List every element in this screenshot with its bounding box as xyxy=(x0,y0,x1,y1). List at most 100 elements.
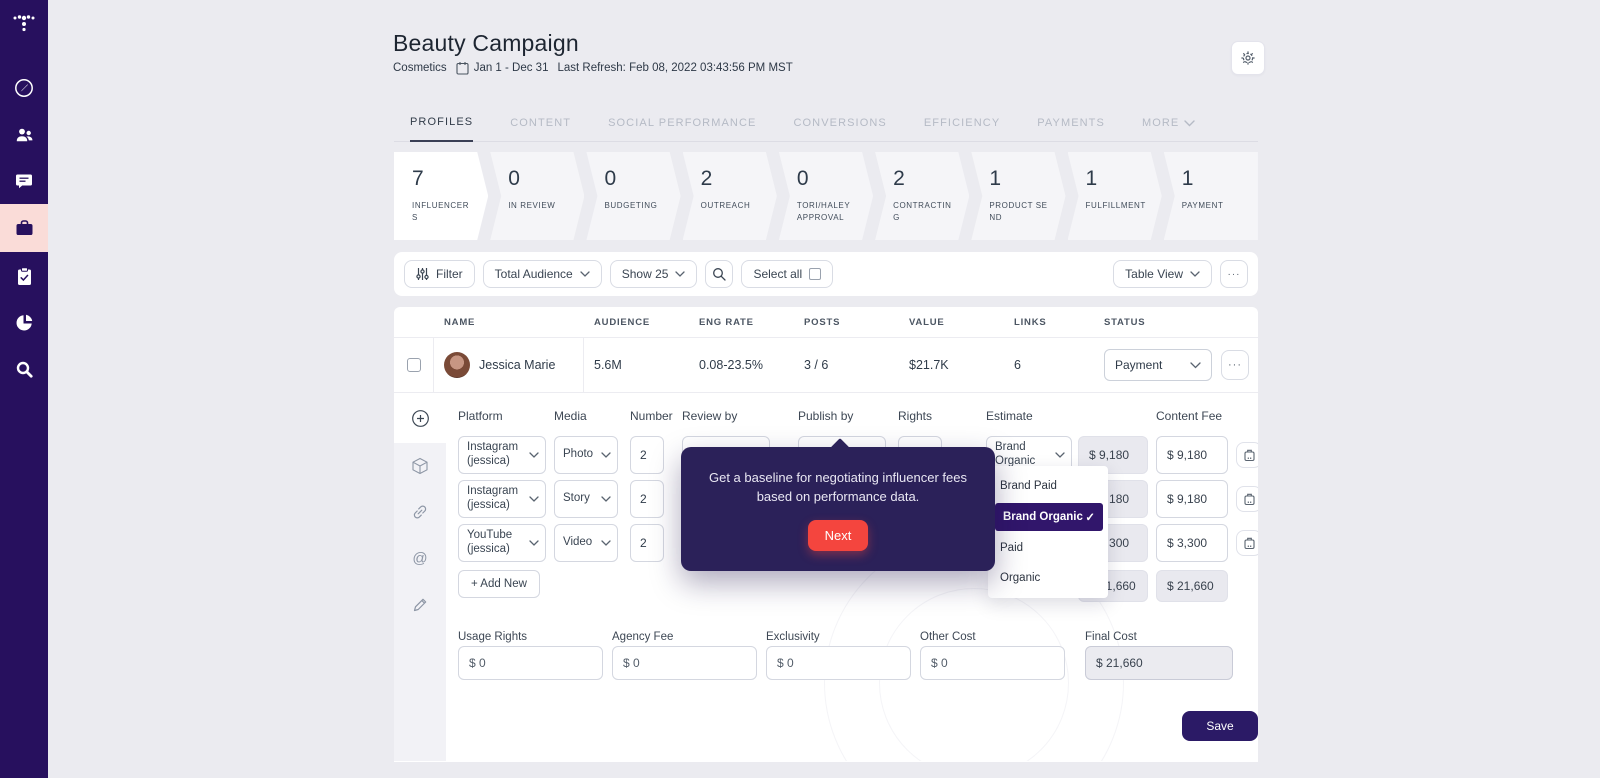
save-button[interactable]: Save xyxy=(1182,711,1258,741)
media-select[interactable]: Video xyxy=(554,524,618,562)
content-fee-total: $ 21,660 xyxy=(1156,570,1228,602)
stage-contracting[interactable]: 2 CONTRACTING xyxy=(875,152,969,240)
clipboard-check-icon[interactable] xyxy=(0,253,48,299)
other-cost-input[interactable]: $ 0 xyxy=(920,646,1065,680)
usage-rights-label: Usage Rights xyxy=(458,631,528,643)
budget-tab[interactable] xyxy=(394,393,446,443)
detail-col-rights: Rights xyxy=(898,409,933,423)
value-amount: $21.7K xyxy=(909,358,949,372)
stage-influencers[interactable]: 7 INFLUENCERS xyxy=(394,152,488,240)
users-icon[interactable] xyxy=(0,112,48,158)
tab-content[interactable]: CONTENT xyxy=(510,117,571,141)
col-audience: AUDIENCE xyxy=(594,316,651,328)
audience-dropdown[interactable]: Total Audience xyxy=(482,260,602,288)
chat-icon[interactable] xyxy=(0,158,48,204)
next-button[interactable]: Next xyxy=(807,519,869,551)
select-all-button[interactable]: Select all xyxy=(741,260,834,288)
menu-option-brand-paid[interactable]: Brand Paid xyxy=(988,471,1108,501)
menu-option-organic[interactable]: Organic xyxy=(988,563,1108,593)
stage-in-review[interactable]: 0 IN REVIEW xyxy=(490,152,584,240)
usage-rights-input[interactable]: $ 0 xyxy=(458,646,603,680)
tab-payments[interactable]: PAYMENTS xyxy=(1037,117,1105,141)
delete-row-button[interactable] xyxy=(1236,530,1258,556)
table-view-dropdown[interactable]: Table View xyxy=(1113,260,1212,288)
stage-fulfillment[interactable]: 1 FULFILLMENT xyxy=(1068,152,1162,240)
tab-social-performance[interactable]: SOCIAL PERFORMANCE xyxy=(608,117,756,141)
list-toolbar: Filter Total Audience Show 25 Select all… xyxy=(394,252,1258,296)
calendar-icon xyxy=(456,62,469,75)
status-dropdown[interactable]: Payment xyxy=(1104,349,1212,381)
search-nav-icon[interactable] xyxy=(0,346,48,392)
select-all-checkbox[interactable] xyxy=(809,268,822,280)
settings-button[interactable] xyxy=(1231,41,1265,75)
toolbar-more-button[interactable]: ··· xyxy=(1220,260,1248,288)
detail-col-review-by: Review by xyxy=(682,409,738,423)
filter-button[interactable]: Filter xyxy=(404,260,475,288)
chevron-down-icon xyxy=(529,496,539,502)
show-count-dropdown[interactable]: Show 25 xyxy=(609,260,698,288)
media-select[interactable]: Story xyxy=(554,480,618,518)
number-input[interactable]: 2 xyxy=(630,524,664,562)
trash-icon xyxy=(1243,537,1255,550)
table-row: Jessica Marie 5.6M 0.08-23.5% 3 / 6 $21.… xyxy=(394,337,1258,393)
add-new-button[interactable]: + Add New xyxy=(458,570,540,598)
delete-row-button[interactable] xyxy=(1236,442,1258,468)
chevron-down-icon xyxy=(601,452,611,458)
stage-payment[interactable]: 1 PAYMENT xyxy=(1163,152,1258,240)
menu-option-paid[interactable]: Paid xyxy=(988,533,1108,563)
content-fee-input[interactable]: $ 9,180 xyxy=(1156,480,1228,518)
row-more-button[interactable]: ··· xyxy=(1221,350,1249,380)
last-refresh: Last Refresh: Feb 08, 2022 03:43:56 PM M… xyxy=(557,62,793,74)
tab-profiles[interactable]: PROFILES xyxy=(410,116,474,142)
tab-more[interactable]: MORE xyxy=(1142,117,1196,141)
stage-approval[interactable]: 0 TORI/HALEY APPROVAL xyxy=(779,152,873,240)
links-tab[interactable] xyxy=(394,489,446,535)
col-value: VALUE xyxy=(909,316,945,328)
stage-product-send[interactable]: 1 PRODUCT SEND xyxy=(971,152,1065,240)
agency-fee-input[interactable]: $ 0 xyxy=(612,646,757,680)
plus-circle-icon xyxy=(411,409,429,427)
chevron-down-icon xyxy=(1190,271,1200,277)
media-select[interactable]: Photo xyxy=(554,436,618,474)
pie-chart-icon[interactable] xyxy=(0,299,48,345)
row-checkbox[interactable] xyxy=(406,358,421,372)
links-count: 6 xyxy=(1014,358,1021,372)
stage-outreach[interactable]: 2 OUTREACH xyxy=(683,152,777,240)
mentions-tab[interactable]: @ xyxy=(394,535,446,581)
number-input[interactable]: 2 xyxy=(630,436,664,474)
col-eng-rate: ENG RATE xyxy=(699,316,754,328)
detail-col-platform: Platform xyxy=(458,409,503,423)
search-button[interactable] xyxy=(705,260,734,288)
platform-select[interactable]: Instagram (jessica) xyxy=(458,480,546,518)
chevron-down-icon xyxy=(529,540,539,546)
detail-col-number: Number xyxy=(630,409,673,423)
onboarding-tooltip: Get a baseline for negotiating influence… xyxy=(681,438,995,571)
tagger-logo-icon[interactable] xyxy=(0,8,48,42)
notes-tab[interactable] xyxy=(394,581,446,627)
number-input[interactable]: 2 xyxy=(630,480,664,518)
trash-icon xyxy=(1243,449,1255,462)
table-header-row: NAME AUDIENCE ENG RATE POSTS VALUE LINKS… xyxy=(394,307,1258,337)
tab-efficiency[interactable]: EFFICIENCY xyxy=(924,117,1000,141)
platform-select[interactable]: Instagram (jessica) xyxy=(458,436,546,474)
campaign-tabs: PROFILES CONTENT SOCIAL PERFORMANCE CONV… xyxy=(394,104,1258,142)
content-fee-input[interactable]: $ 3,300 xyxy=(1156,524,1228,562)
gear-icon xyxy=(1241,51,1255,65)
compose-icon[interactable] xyxy=(0,65,48,111)
exclusivity-input[interactable]: $ 0 xyxy=(766,646,911,680)
filter-sliders-icon xyxy=(416,268,429,280)
menu-option-brand-organic[interactable]: Brand Organic ✓ xyxy=(995,503,1103,531)
platform-select[interactable]: YouTube (jessica) xyxy=(458,524,546,562)
chevron-down-icon xyxy=(1190,361,1201,368)
stage-budgeting[interactable]: 0 BUDGETING xyxy=(586,152,680,240)
agency-fee-label: Agency Fee xyxy=(612,631,674,643)
pencil-icon xyxy=(413,598,426,611)
app-window: Beauty Campaign Cosmetics Jan 1 - Dec 31… xyxy=(0,0,1600,778)
briefcase-icon[interactable] xyxy=(0,204,48,252)
trash-icon xyxy=(1243,493,1255,506)
tab-conversions[interactable]: CONVERSIONS xyxy=(793,117,886,141)
delete-row-button[interactable] xyxy=(1236,486,1258,512)
link-icon xyxy=(413,505,427,519)
product-tab[interactable] xyxy=(394,443,446,489)
content-fee-input[interactable]: $ 9,180 xyxy=(1156,436,1228,474)
